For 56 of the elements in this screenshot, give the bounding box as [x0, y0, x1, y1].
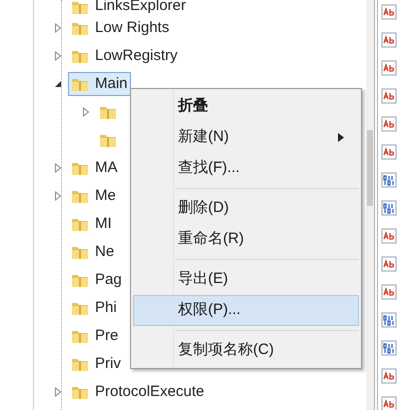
tree-item-label: LowRegistry	[95, 46, 178, 66]
menu-item[interactable]: 权限(P)...	[133, 295, 359, 326]
expand-arrow-icon[interactable]	[52, 162, 64, 174]
tree-item-label: Phi	[95, 298, 117, 318]
menu-item[interactable]: 导出(E)	[133, 264, 359, 295]
tree-item[interactable]: Main	[68, 72, 131, 96]
menu-item[interactable]: 重命名(R)	[133, 224, 359, 255]
expand-arrow-icon[interactable]	[52, 190, 64, 202]
scrollbar-thumb[interactable]	[367, 130, 373, 206]
tree-item-label: MI	[95, 214, 112, 234]
tree-item[interactable]: Low Rights	[68, 16, 172, 40]
menu-item[interactable]: 折叠	[133, 91, 359, 122]
tree-item[interactable]: Pag	[68, 268, 125, 292]
expand-arrow-icon[interactable]	[52, 22, 64, 34]
menu-item[interactable]: 删除(D)	[133, 193, 359, 224]
tree-item[interactable]: Me	[68, 184, 119, 208]
tree-item[interactable]: Ne	[68, 240, 118, 264]
binary-value-icon	[381, 312, 397, 328]
menu-item[interactable]: 新建(N)	[133, 122, 359, 153]
tree-item[interactable]: MA	[68, 156, 120, 180]
tree-item-label: Low Rights	[95, 18, 170, 38]
string-value-icon	[381, 228, 397, 244]
string-value-icon	[381, 4, 397, 20]
string-value-icon	[381, 32, 397, 48]
tree-item-label: Priv	[95, 354, 121, 374]
binary-value-icon	[381, 340, 397, 356]
tree-item[interactable]: ProtocolExecute	[68, 380, 208, 404]
string-value-icon	[381, 144, 397, 160]
tree-item[interactable]: Priv	[68, 352, 124, 376]
expand-arrow-icon[interactable]	[52, 386, 64, 398]
menu-item[interactable]: 复制项名称(C)	[133, 335, 359, 366]
tree-item-label: Main	[95, 74, 128, 94]
tree-item[interactable]: MI	[68, 212, 115, 236]
tree-item-label: Pag	[95, 270, 122, 290]
string-value-icon	[381, 60, 397, 76]
menu-item[interactable]: 查找(F)...	[133, 153, 359, 184]
binary-value-icon	[381, 172, 397, 188]
string-value-icon	[381, 368, 397, 384]
tree-item[interactable]: LowRegistry	[68, 44, 181, 68]
string-value-icon	[381, 88, 397, 104]
binary-value-icon	[381, 200, 397, 216]
string-value-icon	[381, 396, 397, 410]
tree-item-label: ProtocolExecute	[95, 382, 204, 402]
folder-icon	[71, 0, 89, 14]
string-value-icon	[381, 116, 397, 132]
tree-item-label: MA	[95, 158, 118, 178]
tree-item[interactable]: Phi	[68, 296, 120, 320]
submenu-arrow-icon	[338, 133, 344, 142]
expand-arrow-icon[interactable]	[80, 106, 92, 118]
string-value-icon	[381, 284, 397, 300]
tree-item[interactable]: Pre	[68, 324, 122, 348]
string-value-icon	[381, 256, 397, 272]
tree-item-label: Me	[95, 186, 116, 206]
expand-arrow-icon[interactable]	[52, 50, 64, 62]
tree-item-label: Ne	[95, 242, 114, 262]
tree-item-label: Pre	[95, 326, 118, 346]
